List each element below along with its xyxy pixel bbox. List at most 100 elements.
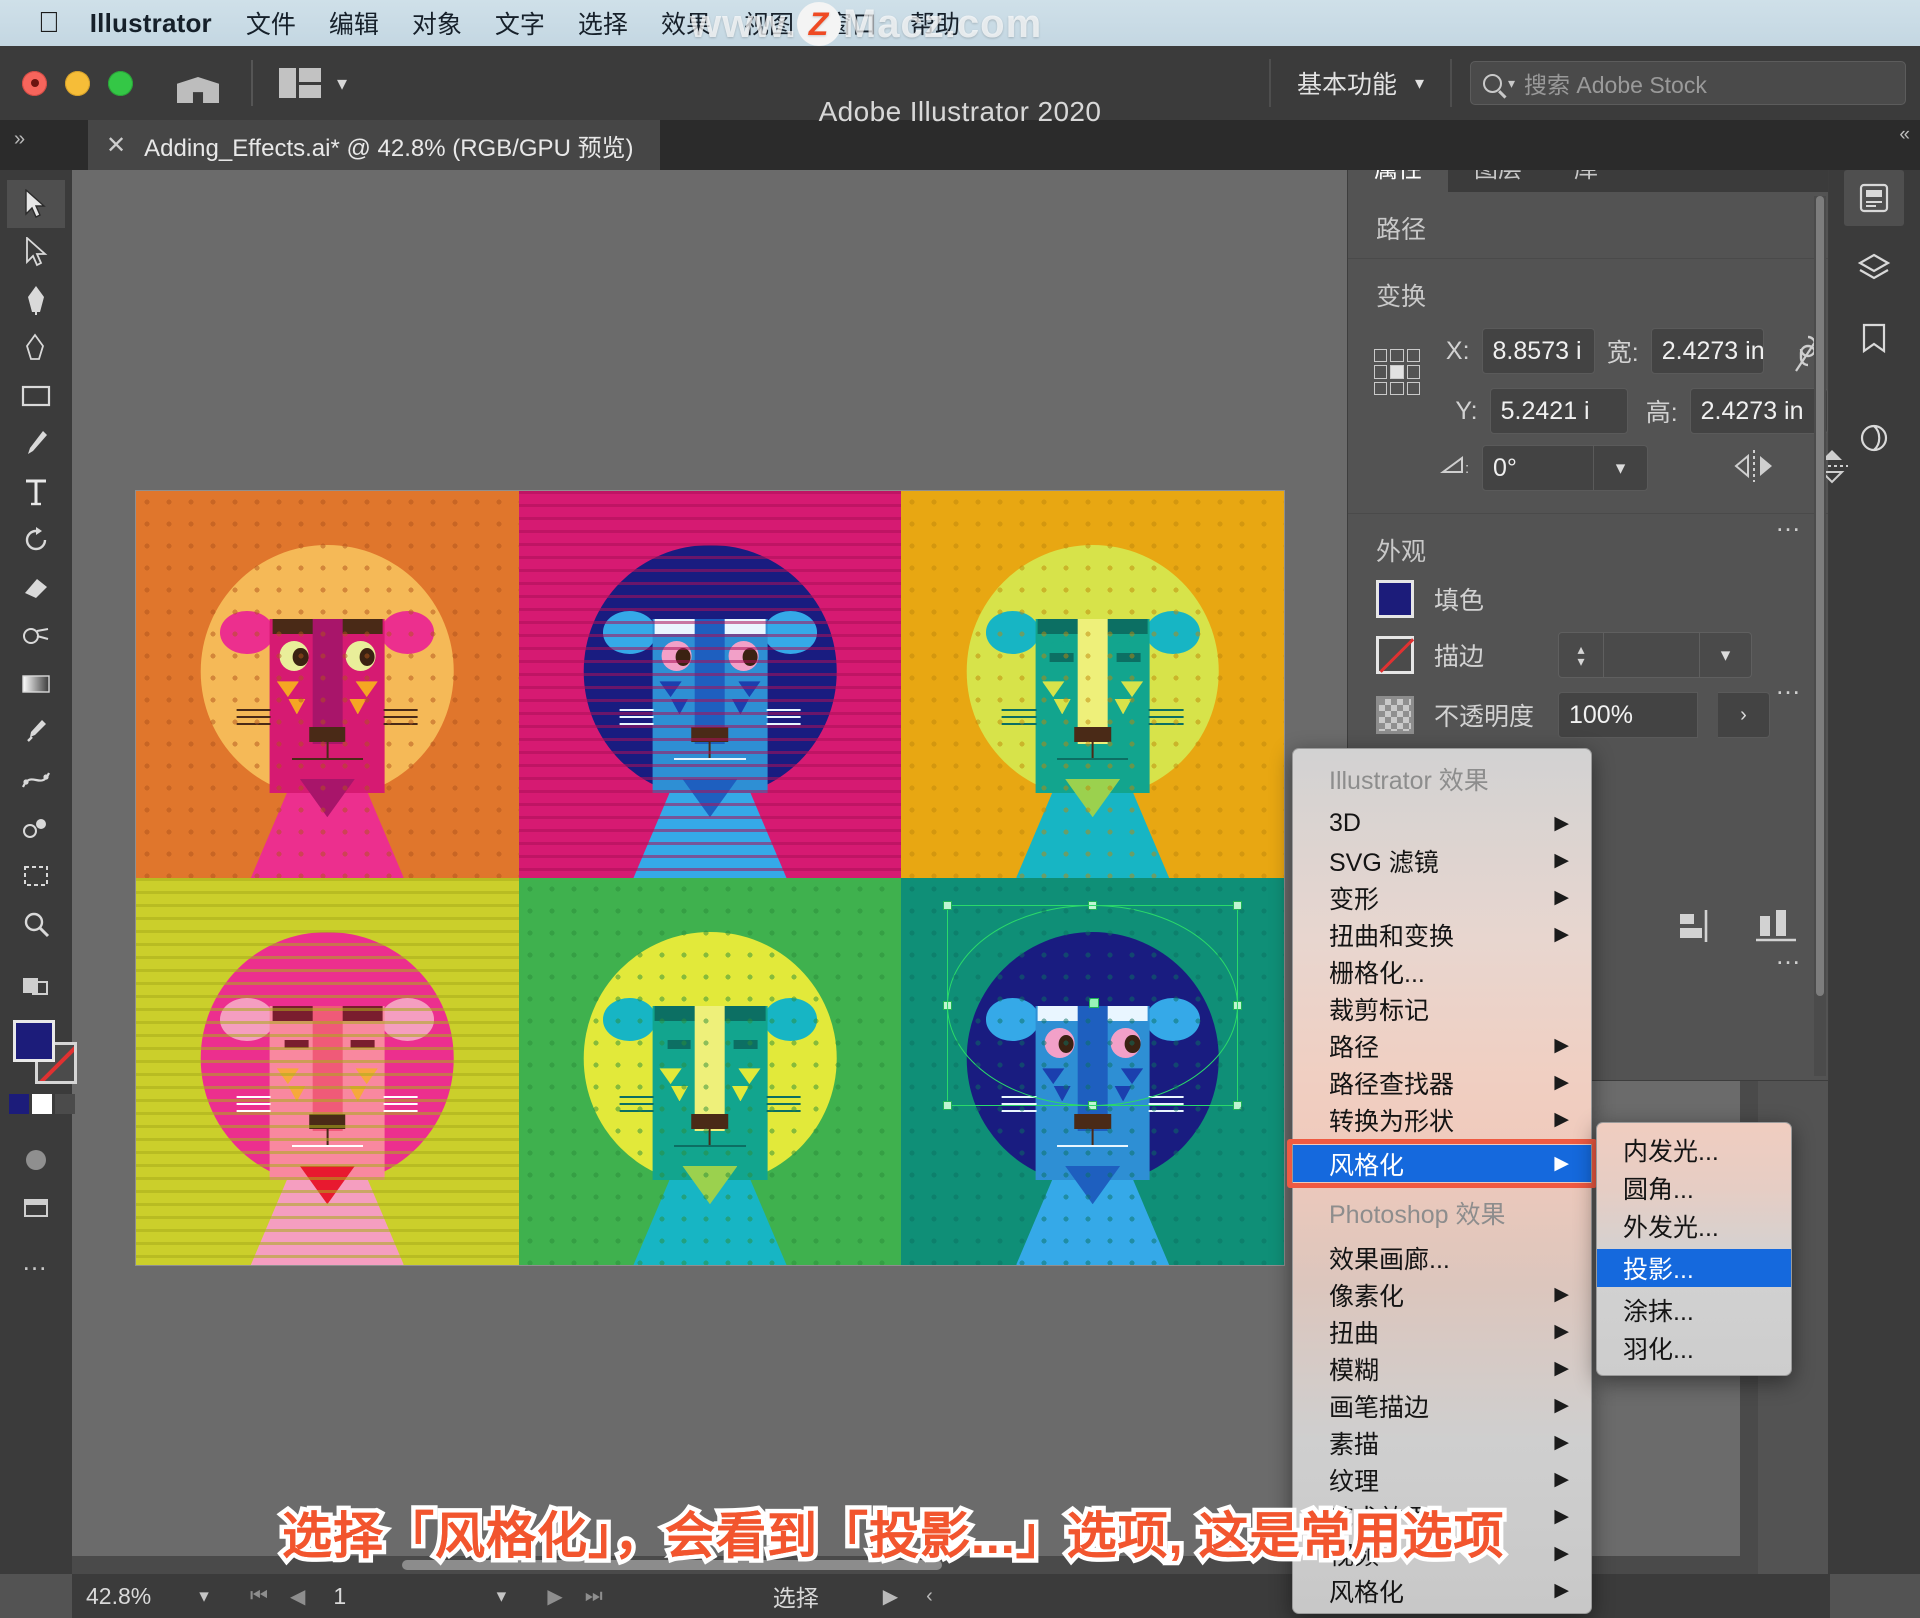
menu-help[interactable]: 帮助 bbox=[910, 5, 960, 41]
go-to-last-artboard-icon[interactable]: ⏭ bbox=[585, 1585, 603, 1608]
stroke-weight-stepper[interactable]: ▴▾ ▾ bbox=[1558, 632, 1752, 678]
minimize-window-button[interactable] bbox=[65, 71, 90, 96]
artwork-cell[interactable] bbox=[901, 491, 1284, 878]
height-input[interactable]: 2.4273 in bbox=[1690, 388, 1828, 434]
curvature-tool[interactable] bbox=[7, 324, 65, 372]
chevron-down-icon[interactable]: ▾ bbox=[1700, 632, 1752, 678]
opacity-swatch[interactable] bbox=[1376, 696, 1414, 734]
menu-item-pathfinder[interactable]: 路径查找器▶ bbox=[1293, 1064, 1591, 1101]
artwork-cell[interactable] bbox=[519, 491, 902, 878]
menu-edit[interactable]: 编辑 bbox=[329, 5, 379, 41]
eyedropper-tool[interactable] bbox=[7, 708, 65, 756]
blend-tool[interactable] bbox=[7, 756, 65, 804]
paintbrush-tool[interactable] bbox=[7, 420, 65, 468]
stroke-color-swatch[interactable] bbox=[1376, 636, 1414, 674]
menu-item-convert-to-shape[interactable]: 转换为形状▶ bbox=[1293, 1101, 1591, 1138]
go-to-first-artboard-icon[interactable]: ⏮ bbox=[250, 1585, 268, 1608]
align-horizontal-center-icon[interactable] bbox=[1676, 906, 1720, 951]
chevron-down-icon[interactable]: ▾ bbox=[337, 71, 347, 96]
fill-swatch[interactable] bbox=[13, 1020, 55, 1062]
shape-builder-tool[interactable] bbox=[7, 612, 65, 660]
x-input[interactable]: 8.8573 i bbox=[1482, 328, 1595, 374]
gradient-swatch-icon[interactable] bbox=[7, 1136, 65, 1184]
submenu-item-round-corners[interactable]: 圆角... bbox=[1597, 1169, 1791, 1207]
artboard-navigation-next[interactable]: ▶ ⏭ bbox=[529, 1584, 620, 1609]
zoom-dropdown-icon[interactable]: ▾ bbox=[176, 1585, 232, 1608]
artwork-cell[interactable] bbox=[136, 491, 519, 878]
direct-selection-tool[interactable] bbox=[7, 228, 65, 276]
chevron-right-icon[interactable]: › bbox=[1718, 692, 1770, 738]
go-to-next-artboard-icon[interactable]: ▶ bbox=[547, 1584, 562, 1609]
reference-point-selector[interactable] bbox=[1374, 349, 1420, 395]
rectangle-tool[interactable] bbox=[7, 372, 65, 420]
submenu-item-outer-glow[interactable]: 外发光... bbox=[1597, 1207, 1791, 1245]
document-setup-icon[interactable] bbox=[1844, 170, 1904, 226]
workspace-switcher[interactable]: 基本功能 ▾ bbox=[1289, 65, 1432, 101]
menu-item-path[interactable]: 路径▶ bbox=[1293, 1027, 1591, 1064]
fill-row[interactable]: 填色 bbox=[1376, 580, 1828, 618]
screen-mode-icon[interactable] bbox=[7, 1184, 65, 1232]
search-input[interactable]: ▾ 搜索 Adobe Stock bbox=[1470, 61, 1906, 105]
menu-item-crop-marks[interactable]: 裁剪标记 bbox=[1293, 990, 1591, 1027]
menu-item-blur[interactable]: 模糊▶ bbox=[1293, 1350, 1591, 1387]
artboard-tool[interactable] bbox=[7, 852, 65, 900]
stepper-arrows-icon[interactable]: ▴▾ bbox=[1558, 632, 1604, 678]
transform-more-options-icon[interactable]: … bbox=[1775, 507, 1804, 538]
menu-window[interactable]: 窗口 bbox=[827, 5, 877, 41]
libraries-icon[interactable] bbox=[1844, 310, 1904, 366]
opacity-row[interactable]: 不透明度 100% › bbox=[1376, 692, 1828, 738]
apple-logo-icon[interactable]:  bbox=[38, 9, 60, 38]
menu-item-stylize-illustrator[interactable]: 风格化 ▶ bbox=[1293, 1145, 1591, 1182]
submenu-item-scribble[interactable]: 涂抹... bbox=[1597, 1291, 1791, 1329]
artwork-cell[interactable] bbox=[519, 878, 902, 1265]
menu-item-svg-filters[interactable]: SVG 滤镜▶ bbox=[1293, 842, 1591, 879]
menu-item-texture[interactable]: 纹理▶ bbox=[1293, 1461, 1591, 1498]
menu-item-stylize-photoshop[interactable]: 风格化▶ bbox=[1293, 1572, 1591, 1609]
artboard-number-input[interactable]: 1 bbox=[323, 1580, 473, 1612]
go-to-previous-artboard-icon[interactable]: ◀ bbox=[290, 1584, 305, 1609]
menu-item-sketch[interactable]: 素描▶ bbox=[1293, 1424, 1591, 1461]
panel-scrollbar[interactable] bbox=[1814, 196, 1826, 1076]
pen-tool[interactable] bbox=[7, 276, 65, 324]
maximize-window-button[interactable] bbox=[108, 71, 133, 96]
chevron-left-icon[interactable]: ‹ bbox=[926, 1585, 933, 1608]
play-icon[interactable]: ▶ bbox=[883, 1584, 898, 1609]
menu-item-pixelate[interactable]: 像素化▶ bbox=[1293, 1276, 1591, 1313]
artwork-cell[interactable] bbox=[136, 878, 519, 1265]
close-icon[interactable]: ✕ bbox=[106, 131, 126, 160]
menu-item-warp[interactable]: 变形▶ bbox=[1293, 879, 1591, 916]
artboard-dropdown-icon[interactable]: ▾ bbox=[473, 1585, 529, 1608]
eraser-tool[interactable] bbox=[7, 564, 65, 612]
menu-select[interactable]: 选择 bbox=[578, 5, 628, 41]
y-input[interactable]: 5.2421 i bbox=[1490, 388, 1628, 434]
more-tools-icon[interactable]: … bbox=[22, 1246, 51, 1277]
menu-effect[interactable]: 效果 bbox=[661, 5, 711, 41]
app-name-label[interactable]: Illustrator bbox=[90, 8, 212, 39]
menu-item-brush-strokes[interactable]: 画笔描边▶ bbox=[1293, 1387, 1591, 1424]
status-extra-controls[interactable]: ▶ ‹ bbox=[883, 1584, 933, 1609]
stroke-weight-input[interactable] bbox=[1604, 632, 1700, 678]
menu-item-rasterize[interactable]: 栅格化... bbox=[1293, 953, 1591, 990]
angle-input[interactable]: 0° bbox=[1482, 445, 1594, 491]
menu-item-3d[interactable]: 3D▶ bbox=[1293, 805, 1591, 842]
document-tab[interactable]: ✕ Adding_Effects.ai* @ 42.8% (RGB/GPU 预览… bbox=[88, 120, 661, 170]
width-input[interactable]: 2.4273 in bbox=[1651, 328, 1764, 374]
align-more-options-icon[interactable]: … bbox=[1775, 940, 1804, 971]
zoom-level-input[interactable]: 42.8% bbox=[72, 1583, 176, 1610]
symbol-sprayer-tool[interactable] bbox=[7, 804, 65, 852]
change-screen-mode-icon[interactable] bbox=[7, 962, 65, 1010]
menu-object[interactable]: 对象 bbox=[412, 5, 462, 41]
rotate-tool[interactable] bbox=[7, 516, 65, 564]
chevron-double-right-icon[interactable]: » bbox=[14, 128, 23, 151]
rotation-control[interactable]: 0° ▾ bbox=[1482, 445, 1648, 491]
layers-icon[interactable] bbox=[1844, 240, 1904, 296]
appearance-more-options-icon[interactable]: … bbox=[1775, 670, 1804, 701]
fill-color-swatch[interactable] bbox=[1376, 580, 1414, 618]
fill-stroke-swatches[interactable] bbox=[7, 1016, 65, 1136]
gradient-tool[interactable] bbox=[7, 660, 65, 708]
color-mode-swatches[interactable] bbox=[9, 1094, 75, 1114]
effects-menu[interactable]: Illustrator 效果 3D▶ SVG 滤镜▶ 变形▶ 扭曲和变换▶ 栅格… bbox=[1292, 748, 1592, 1614]
close-window-button[interactable] bbox=[22, 71, 47, 96]
opacity-input[interactable]: 100% bbox=[1558, 692, 1698, 738]
stylize-submenu[interactable]: 内发光... 圆角... 外发光... 投影... 涂抹... 羽化... bbox=[1596, 1122, 1792, 1376]
